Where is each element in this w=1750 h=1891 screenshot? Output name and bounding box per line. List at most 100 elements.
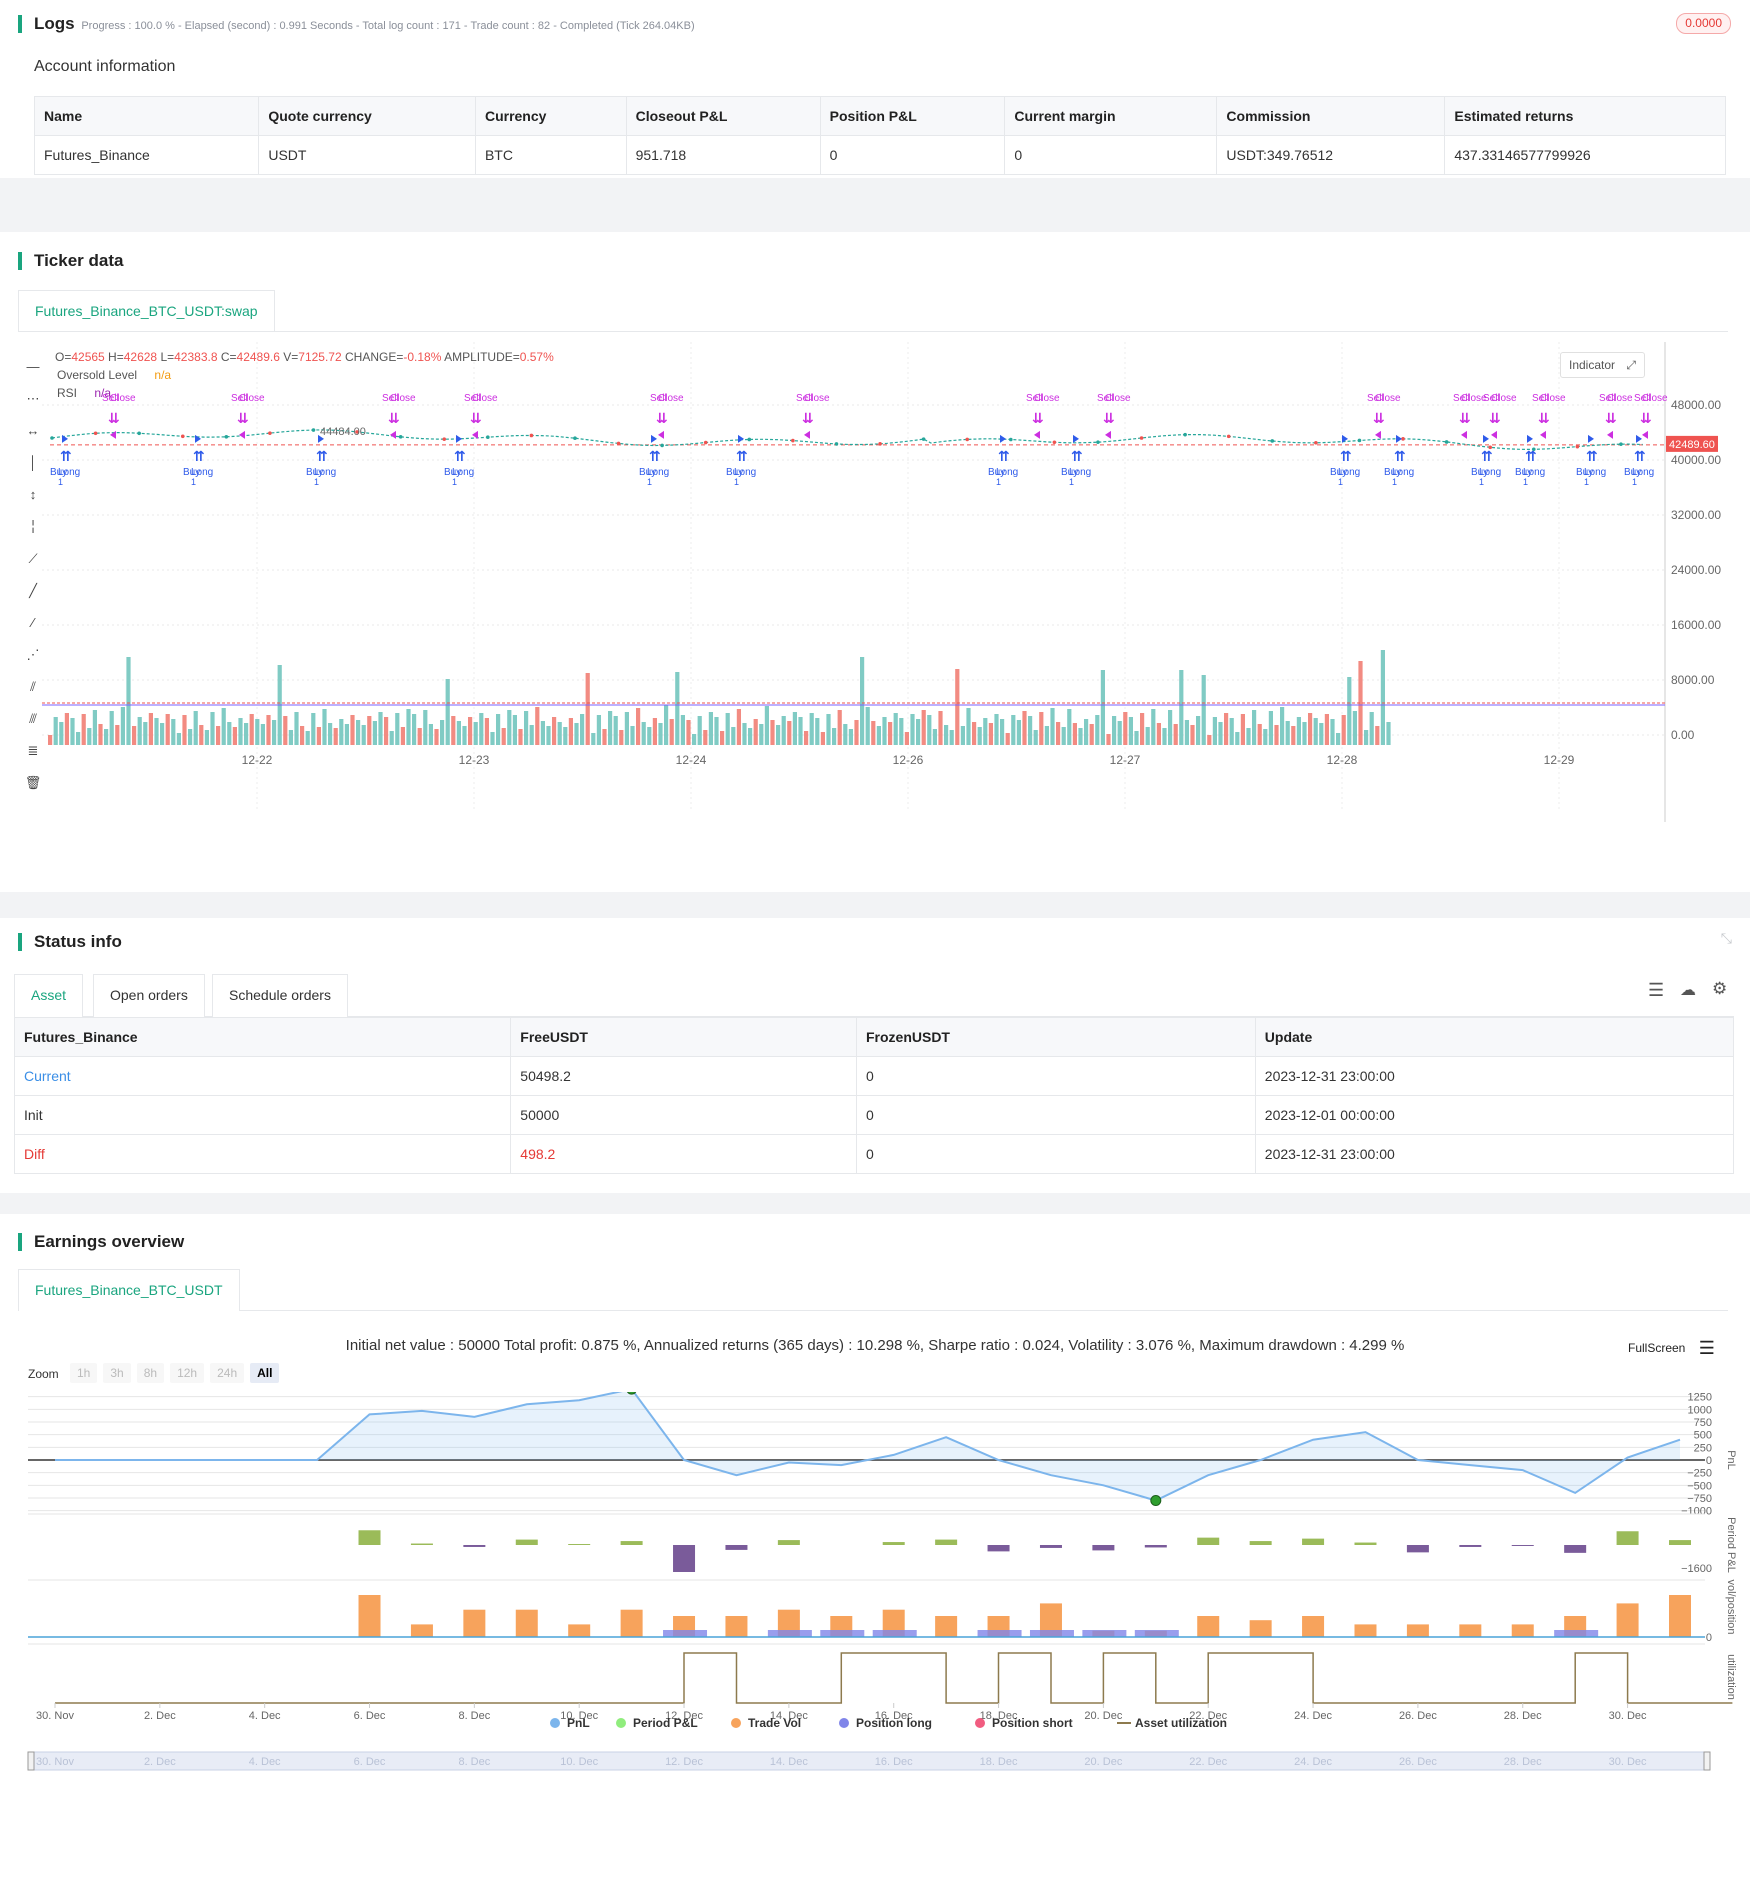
volume-bar <box>48 735 53 745</box>
pnl-tick-label: 1000 <box>1688 1404 1712 1416</box>
earnings-chart[interactable]: 1500125010007505002500−250−500−750−1000−… <box>0 1392 1750 1882</box>
long-arrow-icon: ⇈ <box>193 449 205 465</box>
volume-bar <box>876 726 881 745</box>
volume-bar <box>848 729 853 745</box>
qty-label: 1 <box>58 477 63 487</box>
volume-bar <box>955 669 960 745</box>
legend-item-0[interactable]: PnL <box>567 1716 590 1730</box>
position-long-bar <box>820 1630 865 1637</box>
account-data-row-cell: Futures_Binance <box>33 135 260 175</box>
tab-open-orders[interactable]: Open orders <box>93 974 205 1017</box>
volume-bar <box>1050 708 1055 745</box>
volume-bar <box>1016 720 1021 745</box>
tab-ticker-symbol[interactable]: Futures_Binance_BTC_USDT:swap <box>18 290 275 331</box>
long-arrow-icon: ⇈ <box>1394 449 1406 465</box>
period-pnl-bar <box>777 1540 800 1545</box>
account-header-row-cell: Quote currency <box>258 96 476 136</box>
legend-item-1[interactable]: Period P&L <box>633 1716 698 1730</box>
volume-bar <box>1280 707 1285 745</box>
candle-dot <box>703 440 708 445</box>
long-arrow-icon: ⇈ <box>316 449 328 465</box>
vol-tick-label: 0 <box>1706 1632 1712 1644</box>
close-icon[interactable]: ⤡ <box>1721 930 1732 947</box>
volume-bar <box>490 732 495 745</box>
menu-icon[interactable]: ☰ <box>1699 1338 1715 1358</box>
volume-bar <box>949 730 954 745</box>
navigator-handle-right[interactable] <box>1703 1751 1711 1771</box>
zoom-button-8h[interactable]: 8h <box>136 1363 165 1383</box>
account-header-row-cell: Closeout P&L <box>625 96 821 136</box>
volume-bar <box>1212 717 1217 745</box>
zoom-button-All[interactable]: All <box>250 1363 280 1383</box>
logs-progress: Progress : 100.0 % - Elapsed (second) : … <box>81 20 695 32</box>
volume-bar <box>501 728 506 745</box>
trade-vol-bar <box>410 1624 433 1637</box>
sell-triangle <box>1034 430 1040 439</box>
volume-bar <box>1274 725 1279 745</box>
period-pnl-bar <box>1144 1545 1167 1548</box>
volume-bar <box>333 728 338 745</box>
long-arrow-icon: ⇈ <box>1586 449 1598 465</box>
volume-bar <box>148 713 153 745</box>
volume-bar <box>1291 726 1296 745</box>
account-table: Name Quote currency Currency Closeout P&L Po… <box>33 96 1726 175</box>
pnl-area <box>55 1392 1680 1501</box>
tab-asset[interactable]: Asset <box>14 974 84 1017</box>
legend-swatch <box>975 1718 985 1728</box>
qty-label: 1 <box>1584 477 1589 487</box>
pnl-tick-label: −250 <box>1687 1468 1712 1480</box>
zoom-button-1h[interactable]: 1h <box>70 1363 98 1383</box>
settings-icon[interactable]: ⚙ <box>1712 979 1727 999</box>
volume-bar <box>188 729 193 745</box>
volume-bar <box>445 679 450 745</box>
qty-label: 1 <box>734 477 739 487</box>
volume-bar <box>944 725 949 745</box>
tab-earnings-symbol[interactable]: Futures_Binance_BTC_USDT <box>18 1269 240 1311</box>
price-tick-label: 8000.00 <box>1671 673 1715 687</box>
zoom-button-24h[interactable]: 24h <box>210 1363 245 1383</box>
volume-bar <box>1207 735 1212 745</box>
legend-item-4[interactable]: Position short <box>992 1716 1073 1730</box>
navigator-handle-left[interactable] <box>27 1751 35 1771</box>
time-tick-label: 12-28 <box>1327 753 1358 767</box>
volume-bar <box>468 717 473 745</box>
candle-dot <box>268 431 272 435</box>
volume-bar <box>994 714 999 745</box>
volume-bar <box>753 719 758 745</box>
volume-bar <box>787 721 792 745</box>
volume-bar <box>316 727 321 745</box>
navigator-label: 20. Dec <box>1084 1756 1122 1768</box>
x-tick-label: 30. Dec <box>1609 1710 1647 1722</box>
list-icon[interactable]: ☰ <box>1648 980 1664 1001</box>
volume-bar <box>255 719 260 745</box>
zoom-button-12h[interactable]: 12h <box>170 1363 205 1383</box>
volume-bar <box>176 733 181 745</box>
candle-dot <box>1314 440 1318 445</box>
volume-bar <box>283 716 288 745</box>
close-marker-label: Close <box>804 393 830 404</box>
legend-swatch <box>550 1718 560 1728</box>
volume-bar <box>1302 722 1307 745</box>
volume-bar <box>1201 675 1206 745</box>
account-header-row: Name Quote currency Currency Closeout P&L Po… <box>33 96 1726 136</box>
kline-chart[interactable]: 48000.00 40000.00 32000.00 24000.00 16000.00… <box>0 342 1750 862</box>
short-arrow-icon: ⇊ <box>388 411 400 427</box>
zoom-button-3h[interactable]: 3h <box>103 1363 131 1383</box>
candle-dot <box>1575 444 1580 449</box>
legend-item-5[interactable]: Asset utilization <box>1135 1716 1227 1730</box>
pnl-line <box>55 1392 1681 1502</box>
candle-dot <box>791 438 795 443</box>
legend-item-3[interactable]: Position long <box>856 1716 932 1730</box>
legend-item-2[interactable]: Trade Vol <box>748 1716 801 1730</box>
volume-bar <box>294 712 299 745</box>
asset-row-current: Current 50498.2 0 2023-12-31 23:00:00 <box>13 1056 1735 1096</box>
cloud-download-icon[interactable]: ☁ <box>1680 980 1696 1000</box>
volume-bar <box>311 713 316 745</box>
period-pnl-bar <box>1459 1545 1482 1547</box>
axis-title: Period P&L <box>1725 1517 1737 1573</box>
tab-schedule-orders[interactable]: Schedule orders <box>212 974 348 1017</box>
volume-bar <box>1341 715 1346 745</box>
volume-bar <box>720 731 725 745</box>
fullscreen-button[interactable]: FullScreen ☰ <box>1628 1338 1715 1359</box>
volume-bar <box>580 714 585 745</box>
